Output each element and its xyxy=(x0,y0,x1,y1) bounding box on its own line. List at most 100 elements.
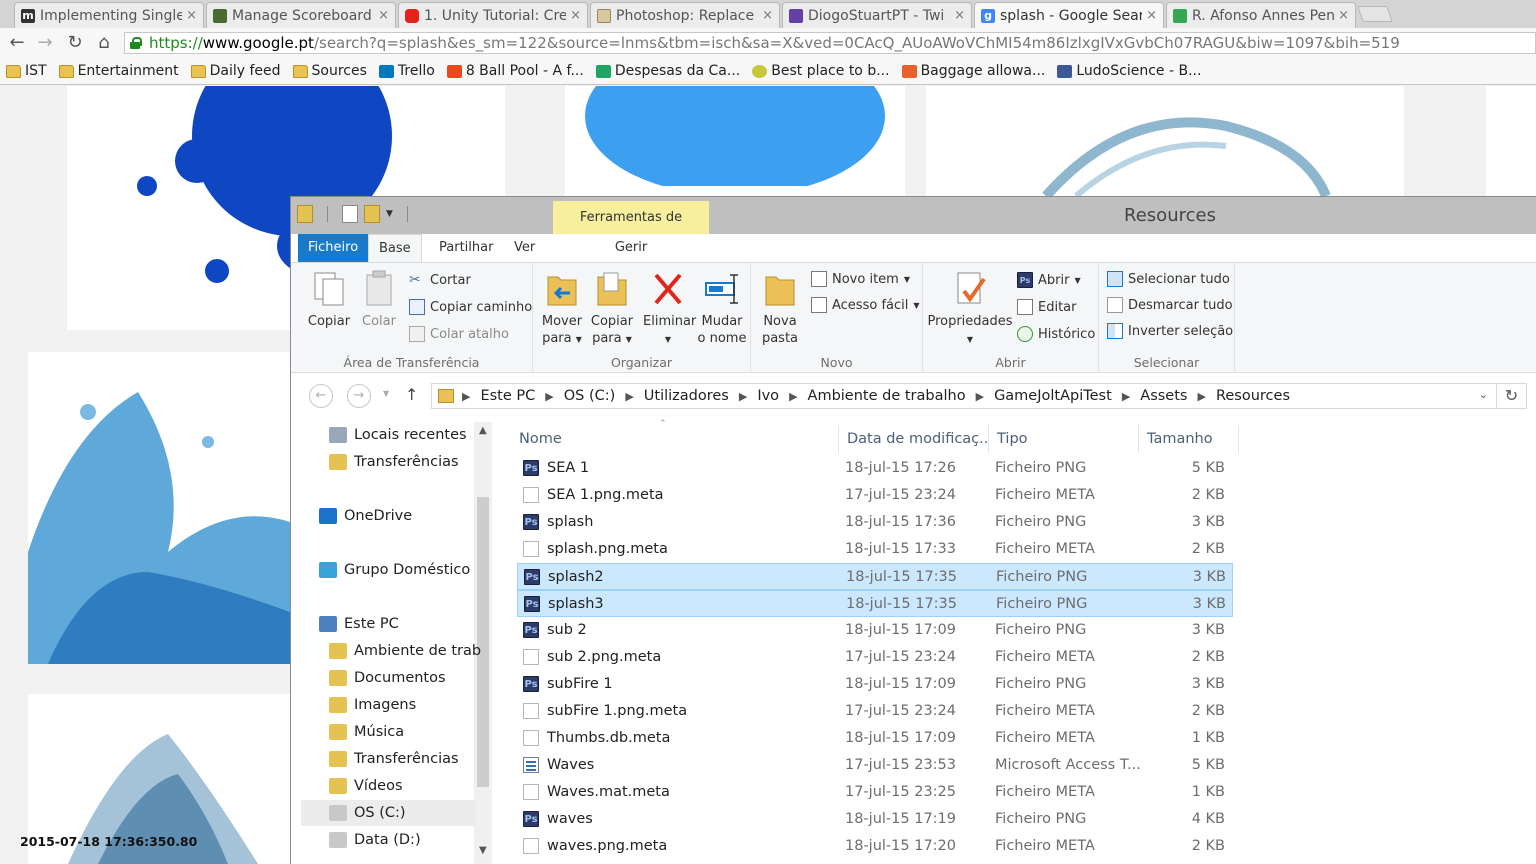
reload-icon[interactable]: ↻ xyxy=(64,32,86,54)
browser-tab-2[interactable]: 1. Unity Tutorial: Cre × xyxy=(398,2,588,28)
chevron-down-icon[interactable]: ⌄ xyxy=(1479,388,1488,401)
bookmark-despesas[interactable]: Despesas da Ca... xyxy=(595,63,740,79)
tab-ficheiro[interactable]: Ficheiro xyxy=(298,234,369,262)
copy-to-button[interactable]: Copiar para ▼ xyxy=(589,269,635,348)
bookmark-sources[interactable]: Sources xyxy=(292,63,367,79)
nav-item[interactable]: OneDrive xyxy=(319,503,479,529)
rename-button[interactable]: Mudar o nome xyxy=(697,269,747,347)
breadcrumb-utilizadores[interactable]: Utilizadores xyxy=(644,388,729,404)
breadcrumb-separator-icon[interactable]: ▶ xyxy=(1122,390,1130,403)
open-button[interactable]: Ps Abrir ▼ xyxy=(1017,272,1081,288)
breadcrumb-este-pc[interactable]: Este PC xyxy=(480,388,535,404)
browser-tab-3[interactable]: Photoshop: Replace × xyxy=(590,2,780,28)
file-row[interactable]: Ps waves 18-jul-15 17:19 Ficheiro PNG 4 KB xyxy=(517,806,1233,833)
nav-item[interactable]: Documentos xyxy=(329,665,479,691)
paste-button[interactable]: Colar xyxy=(357,269,401,330)
breadcrumb-separator-icon[interactable]: ▶ xyxy=(789,390,797,403)
nav-item[interactable]: Transferências xyxy=(329,746,479,772)
file-row[interactable]: splash.png.meta 18-jul-15 17:33 Ficheiro M… xyxy=(517,536,1233,563)
new-folder-icon[interactable] xyxy=(364,205,380,223)
properties-button[interactable]: Propriedades ▼ xyxy=(927,269,1013,348)
column-header-size[interactable]: Tamanho xyxy=(1139,425,1239,453)
new-tab-button[interactable] xyxy=(1357,6,1393,22)
close-icon[interactable]: × xyxy=(186,8,197,23)
nav-item[interactable]: Grupo Doméstico xyxy=(319,557,479,583)
close-icon[interactable]: × xyxy=(762,8,773,23)
home-icon[interactable]: ⌂ xyxy=(93,32,115,54)
nav-item[interactable]: Transferências xyxy=(329,449,479,475)
scroll-up-chevron-icon[interactable]: ▲ xyxy=(479,425,487,436)
close-icon[interactable]: × xyxy=(1146,8,1157,23)
file-row[interactable]: Ps subFire 1 18-jul-15 17:09 Ficheiro PNG 3 … xyxy=(517,671,1233,698)
forward-arrow-icon[interactable]: → xyxy=(347,384,371,408)
delete-button[interactable]: Eliminar ▼ xyxy=(643,269,696,348)
breadcrumb-separator-icon[interactable]: ▶ xyxy=(1197,390,1205,403)
breadcrumb-separator-icon[interactable]: ▶ xyxy=(976,390,984,403)
address-bar[interactable]: https://www.google.pt/search?q=splash&es… xyxy=(124,32,1536,54)
browser-tab-6[interactable]: R. Afonso Annes Pen × xyxy=(1166,2,1356,28)
properties-icon[interactable] xyxy=(342,205,358,223)
file-row[interactable]: sub 2.png.meta 17-jul-15 23:24 Ficheiro ME… xyxy=(517,644,1233,671)
splash-image-result[interactable] xyxy=(565,86,905,196)
paste-shortcut-button[interactable]: Colar atalho xyxy=(409,326,509,342)
nav-item[interactable]: Música xyxy=(329,719,479,745)
breadcrumb-resources[interactable]: Resources xyxy=(1216,388,1290,404)
scroll-down-chevron-icon[interactable]: ▼ xyxy=(479,845,487,856)
history-button[interactable]: Histórico xyxy=(1017,326,1095,342)
close-icon[interactable]: × xyxy=(954,8,965,23)
forward-arrow-icon[interactable]: → xyxy=(34,32,56,54)
nav-item[interactable]: Vídeos xyxy=(329,773,479,799)
up-arrow-icon[interactable]: ↑ xyxy=(405,385,418,404)
bookmark-ludoscience[interactable]: LudoScience - B... xyxy=(1057,63,1201,79)
nav-item[interactable]: OS (C:) xyxy=(301,800,476,826)
nav-item[interactable]: Data (D:) xyxy=(329,827,479,853)
file-row[interactable]: Ps splash2 18-jul-15 17:35 Ficheiro PNG 3 KB xyxy=(517,563,1233,590)
bookmark-8-ball-pool[interactable]: 8 Ball Pool - A f... xyxy=(446,63,584,79)
close-icon[interactable]: × xyxy=(570,8,581,23)
new-item-button[interactable]: Novo item ▼ xyxy=(811,271,910,287)
file-row[interactable]: waves.png.meta 18-jul-15 17:20 Ficheiro ME… xyxy=(517,833,1233,860)
breadcrumb-separator-icon[interactable]: ▶ xyxy=(545,390,553,403)
bookmark-ist[interactable]: IST xyxy=(6,63,47,79)
easy-access-button[interactable]: Acesso fácil ▼ xyxy=(811,297,920,313)
breadcrumb-assets[interactable]: Assets xyxy=(1140,388,1187,404)
breadcrumb-ambiente-de-trabalho[interactable]: Ambiente de trabalho xyxy=(808,388,966,404)
file-row[interactable]: subFire 1.png.meta 17-jul-15 23:24 Ficheir… xyxy=(517,698,1233,725)
move-to-button[interactable]: Mover para ▼ xyxy=(539,269,585,348)
copy-button[interactable]: Copiar xyxy=(307,269,351,330)
browser-tab-5[interactable]: g splash - Google Sear × xyxy=(974,2,1164,28)
tab-ver[interactable]: Ver xyxy=(504,234,545,262)
new-folder-button[interactable]: Nova pasta xyxy=(757,269,803,347)
nav-item[interactable]: Locais recentes xyxy=(329,422,479,448)
bookmark-entertainment[interactable]: Entertainment xyxy=(58,63,179,79)
file-row[interactable]: Ps splash 18-jul-15 17:36 Ficheiro PNG 3 KB xyxy=(517,509,1233,536)
browser-tab-0[interactable]: m Implementing Single × xyxy=(14,2,204,28)
bookmark-baggage[interactable]: Baggage allowa... xyxy=(901,63,1045,79)
close-icon[interactable]: × xyxy=(1338,8,1349,23)
chevron-down-icon[interactable]: ▼ xyxy=(386,209,393,219)
file-row[interactable]: Ps SEA 1 18-jul-15 17:26 Ficheiro PNG 5 KB xyxy=(517,455,1233,482)
tab-gerir[interactable]: Gerir xyxy=(553,234,709,262)
bookmark-daily-feed[interactable]: Daily feed xyxy=(190,63,281,79)
close-icon[interactable]: × xyxy=(378,8,389,23)
tab-base[interactable]: Base xyxy=(368,234,422,262)
explorer-address-bar[interactable]: ▶ Este PC ▶ OS (C:) ▶ Utilizadores ▶ Ivo ▶ A… xyxy=(431,383,1497,409)
cut-button[interactable]: ✂ Cortar xyxy=(409,272,471,288)
column-header-name[interactable]: Nome xyxy=(511,425,839,453)
file-row[interactable]: Ps sub 2 18-jul-15 17:09 Ficheiro PNG 3 KB xyxy=(517,617,1233,644)
nav-item[interactable]: Imagens xyxy=(329,692,479,718)
nav-item[interactable]: Este PC xyxy=(319,611,479,637)
column-header-date[interactable]: Data de modificaç... xyxy=(839,425,989,453)
file-row[interactable]: Ps splash3 18-jul-15 17:35 Ficheiro PNG 3 KB xyxy=(517,590,1233,617)
breadcrumb-gamejoltapitest[interactable]: GameJoltApiTest xyxy=(994,388,1112,404)
splash-image-result[interactable] xyxy=(926,86,1404,196)
file-row[interactable]: Waves.mat.meta 17-jul-15 23:25 Ficheiro ME… xyxy=(517,779,1233,806)
tab-partilhar[interactable]: Partilhar xyxy=(429,234,503,262)
breadcrumb-os-c[interactable]: OS (C:) xyxy=(564,388,616,404)
bookmark-best-place[interactable]: Best place to b... xyxy=(752,63,890,79)
refresh-icon[interactable]: ↻ xyxy=(1497,383,1527,409)
back-arrow-icon[interactable]: ← xyxy=(309,384,333,408)
file-row[interactable]: Thumbs.db.meta 18-jul-15 17:09 Ficheiro ME… xyxy=(517,725,1233,752)
column-header-type[interactable]: Tipo xyxy=(989,425,1139,453)
bookmark-trello[interactable]: Trello xyxy=(378,63,435,79)
